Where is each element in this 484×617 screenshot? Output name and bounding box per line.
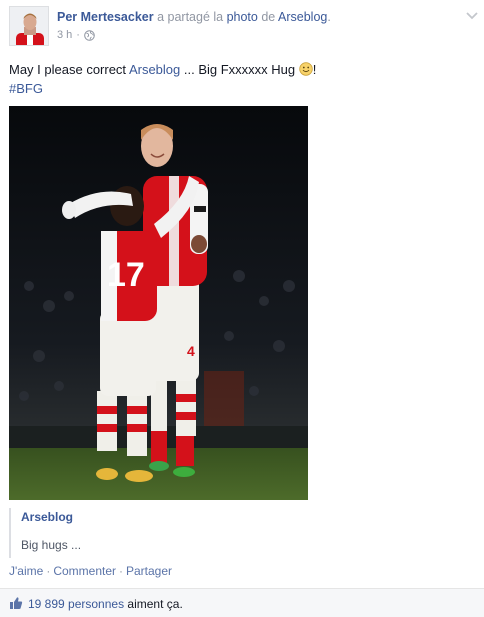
shared-photo[interactable]: 4 17 [9, 106, 308, 500]
like-button[interactable]: J'aime [9, 564, 43, 578]
likes-text: 19 899 personnes aiment ça. [28, 597, 183, 611]
globe-icon[interactable] [84, 29, 95, 41]
likes-summary: 19 899 personnes aiment ça. [0, 588, 484, 617]
shared-caption: Big hugs ... [21, 538, 82, 552]
message-text-end: ! [312, 62, 317, 77]
comment-button[interactable]: Commenter [53, 564, 116, 578]
message-text-after: ... Big Fxxxxxx Hug [180, 62, 299, 77]
timestamp-separator: · [76, 29, 80, 41]
action-text: a partagé la [153, 10, 227, 24]
author-avatar[interactable] [9, 6, 49, 46]
post-header: Per Mertesacker a partagé la photo de Ar… [57, 10, 331, 24]
hashtag-link[interactable]: #BFG [9, 81, 43, 96]
header-period: . [327, 10, 331, 24]
action-separator: · [119, 564, 123, 578]
post-meta: 3 h · [57, 29, 95, 41]
source-page-link[interactable]: Arseblog [278, 10, 327, 24]
shared-attribution: Arseblog Big hugs ... [9, 508, 308, 558]
of-text: de [257, 10, 279, 24]
likes-suffix: aiment ça. [124, 597, 183, 611]
thumbs-up-icon [9, 596, 23, 610]
svg-text:4: 4 [187, 343, 195, 359]
timestamp[interactable]: 3 h [57, 29, 72, 41]
post-actions: J'aime · Commenter · Partager [9, 564, 172, 578]
post-message: May I please correct Arseblog ... Big Fx… [9, 60, 469, 98]
action-separator: · [46, 564, 51, 578]
message-mention-link[interactable]: Arseblog [129, 62, 180, 77]
author-name[interactable]: Per Mertesacker [57, 10, 154, 24]
chevron-down-icon[interactable] [465, 10, 479, 20]
message-text-before: May I please correct [9, 62, 129, 77]
svg-text:17: 17 [107, 256, 145, 294]
smile-emoji-icon [299, 62, 313, 76]
facebook-post: Per Mertesacker a partagé la photo de Ar… [0, 0, 484, 617]
likes-count-link[interactable]: 19 899 personnes [28, 597, 124, 611]
photo-link[interactable]: photo [227, 10, 258, 24]
shared-source-title[interactable]: Arseblog [21, 510, 73, 524]
share-button[interactable]: Partager [126, 564, 172, 578]
